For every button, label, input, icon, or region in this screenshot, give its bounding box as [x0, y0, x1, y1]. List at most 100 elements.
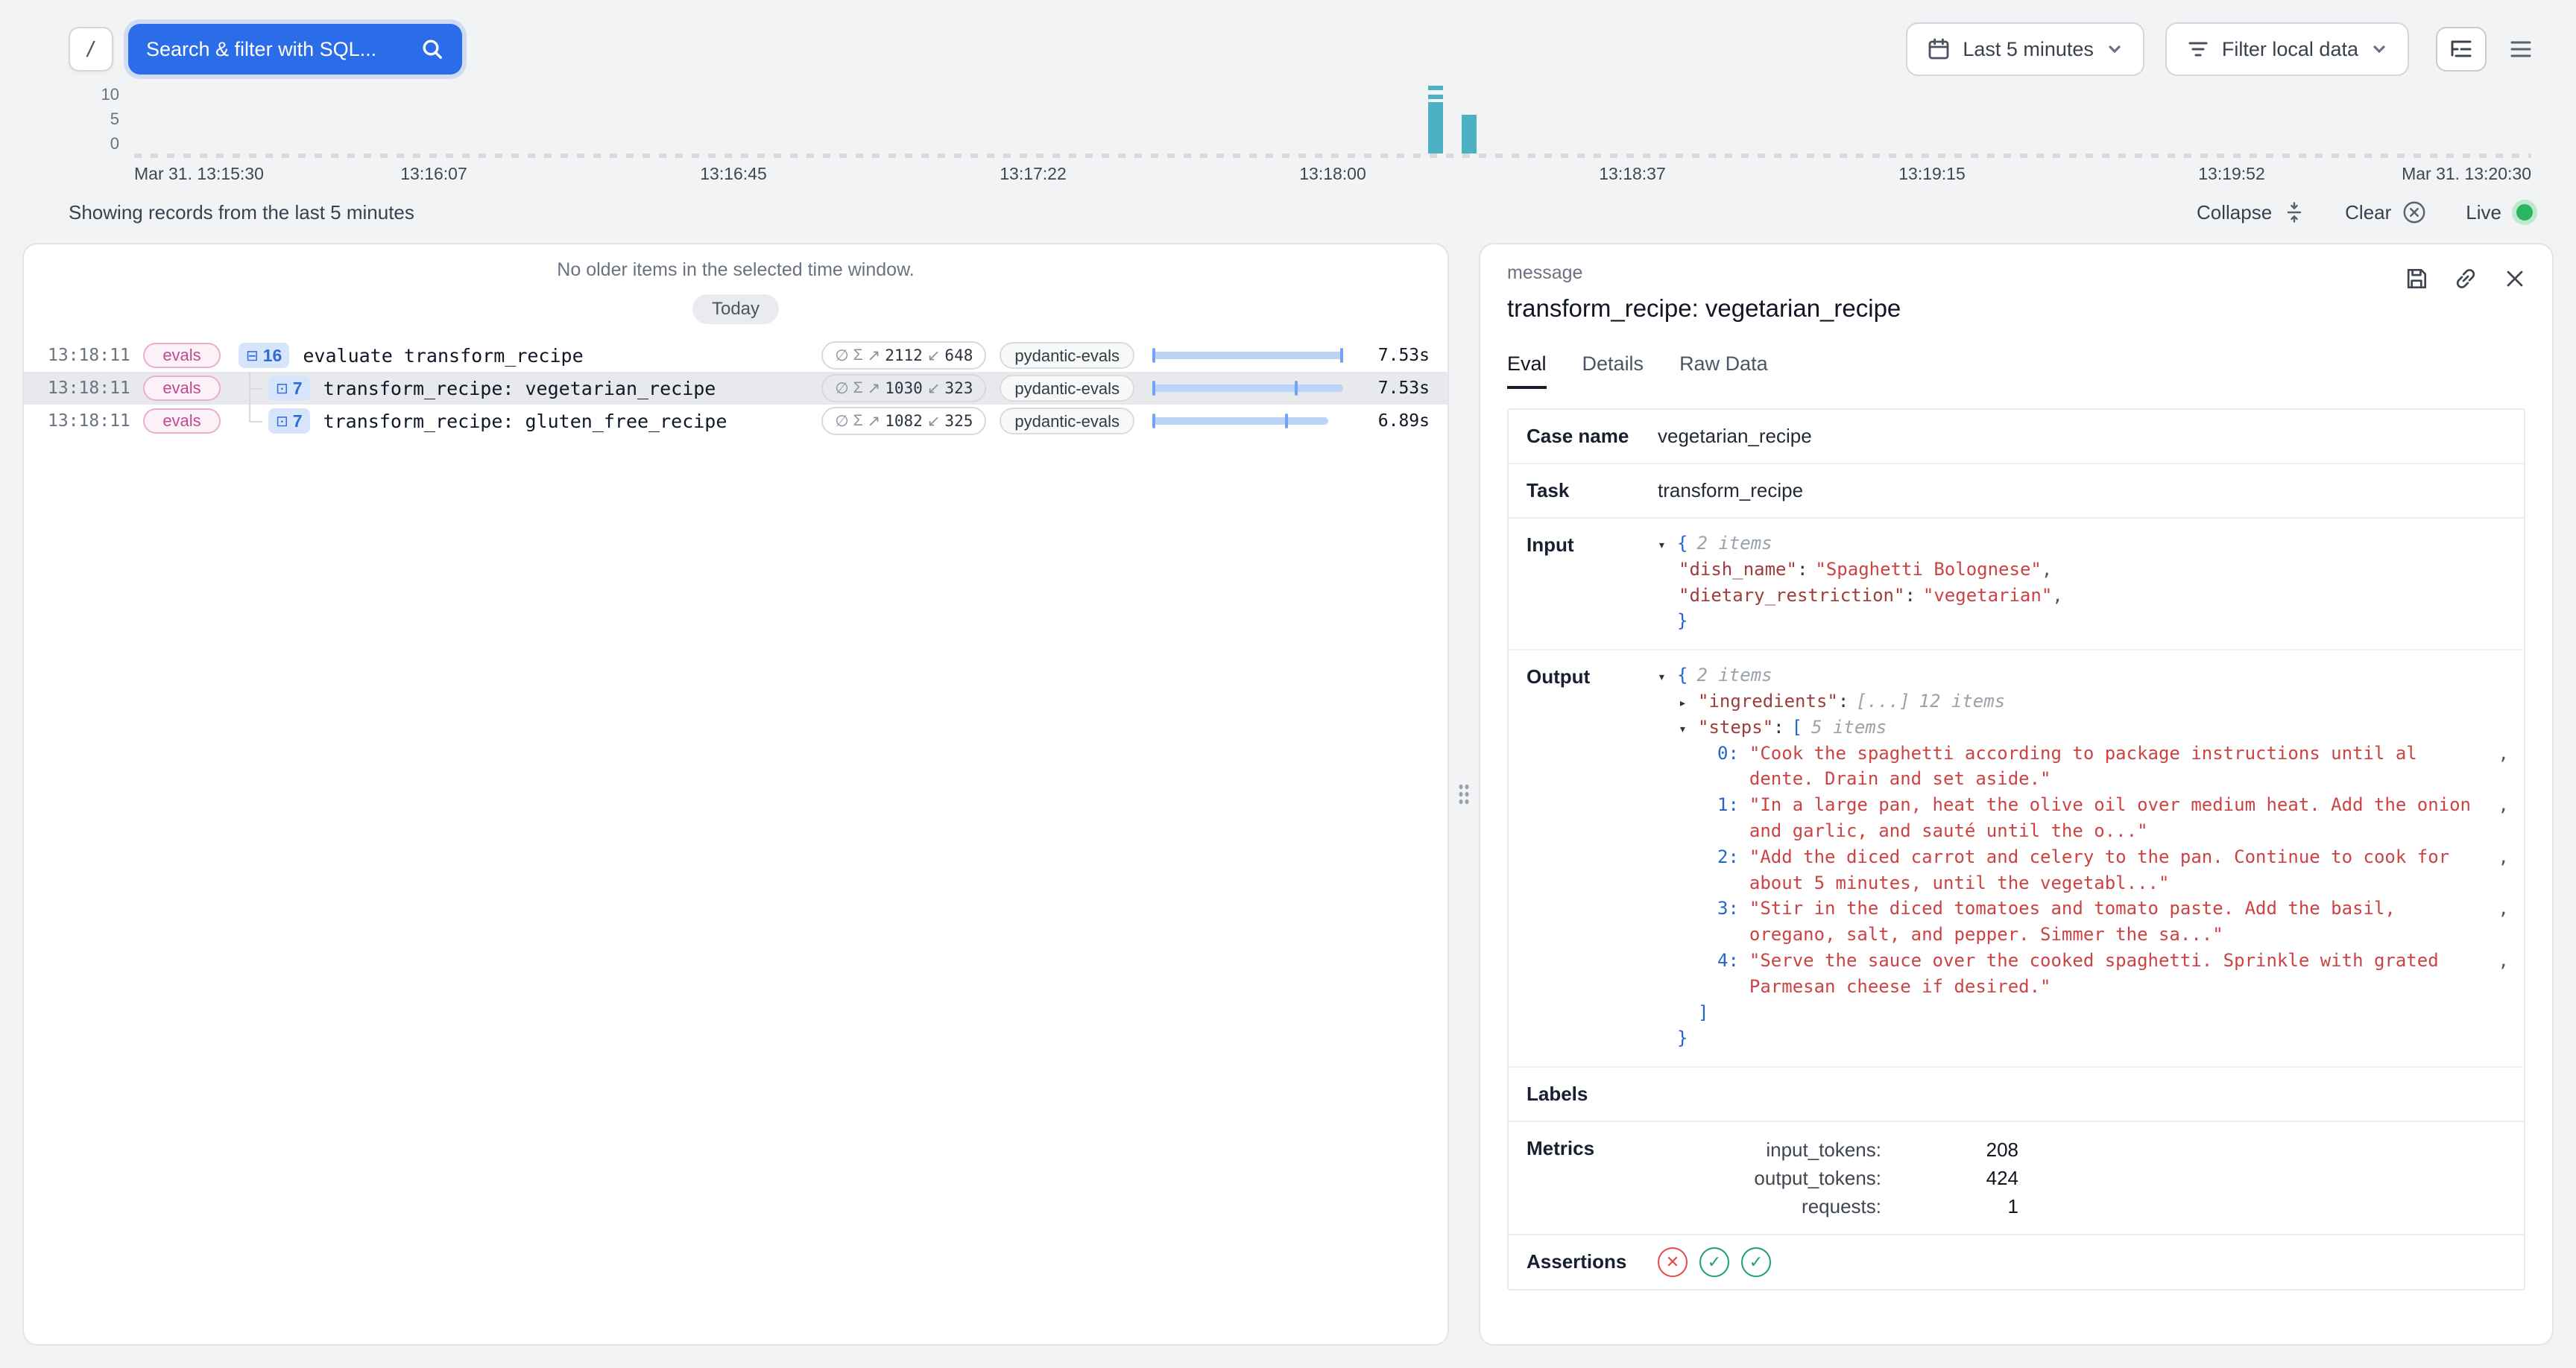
- filter-label: Filter local data: [2222, 38, 2358, 61]
- chart-x-axis: Mar 31. 13:15:30 13:16:07 13:16:45 13:17…: [134, 164, 2531, 185]
- assertions-label: Assertions: [1509, 1235, 1658, 1289]
- null-metric-icon: ∅: [835, 412, 848, 431]
- duration-bar[interactable]: [1152, 379, 1343, 397]
- input-tokens-arrow-icon: ↗: [868, 412, 881, 431]
- collapsed-array-hint[interactable]: [...]: [1856, 691, 1910, 712]
- trace-row[interactable]: 13:18:11 evals ⊟ 16 evaluate transform_r…: [24, 339, 1448, 372]
- json-array-item: 1:"In a large pan, heat the olive oil ov…: [1658, 792, 2509, 844]
- span-count-badge[interactable]: ⊟ 16: [239, 343, 289, 368]
- trace-timestamp: 13:18:11: [48, 346, 143, 365]
- token-metrics-badge[interactable]: ∅ Σ ↗ 2112 ↙ 648: [821, 341, 986, 370]
- tab-eval[interactable]: Eval: [1507, 352, 1547, 389]
- chart-y-axis: 10 5 0: [69, 85, 122, 153]
- span-count-badge[interactable]: ⊡ 7: [268, 408, 310, 434]
- showing-records-text: Showing records from the last 5 minutes: [69, 201, 414, 224]
- chart-plot[interactable]: [134, 89, 2531, 158]
- live-button[interactable]: Live: [2466, 200, 2537, 225]
- assertion-fail-icon[interactable]: ✕: [1658, 1247, 1688, 1277]
- collapse-icon: [2282, 200, 2306, 224]
- view-toggle-group: [2436, 27, 2546, 72]
- metric-line: requests:1: [1658, 1192, 2018, 1220]
- output-json-viewer[interactable]: ▾{2 items ▸"ingredients":[...]12 items ▾…: [1658, 650, 2524, 1066]
- eval-fields-table: Case name vegetarian_recipe Task transfo…: [1507, 408, 2525, 1291]
- node-icon: ⊡: [276, 412, 288, 431]
- span-name[interactable]: evaluate transform_recipe: [303, 345, 821, 367]
- output-tokens-count: 323: [944, 379, 973, 397]
- day-separator[interactable]: Today: [692, 294, 779, 324]
- json-string-value: "Spaghetti Bolognese": [1815, 559, 2041, 580]
- json-key: "ingredients": [1698, 691, 1838, 712]
- time-range-label: Last 5 minutes: [1963, 38, 2094, 61]
- task-row: Task transform_recipe: [1509, 464, 2524, 519]
- close-panel-button[interactable]: [2501, 265, 2528, 292]
- clear-label: Clear: [2345, 201, 2391, 224]
- collapse-node-icon: ⊟: [246, 346, 259, 365]
- sql-search-button[interactable]: Search & filter with SQL...: [128, 24, 462, 75]
- record-kind-label: message: [1507, 262, 2525, 284]
- json-array-item: 0:"Cook the spaghetti according to packa…: [1658, 741, 2509, 793]
- x-tick-label: 13:16:45: [700, 164, 767, 184]
- input-json-viewer[interactable]: ▾{2 items "dish_name":"Spaghetti Bologne…: [1658, 519, 2524, 649]
- metric-line: output_tokens:424: [1658, 1164, 2018, 1192]
- trace-tag-evals[interactable]: evals: [143, 376, 221, 401]
- trace-timestamp: 13:18:11: [48, 379, 143, 398]
- topbar: / Search & filter with SQL... Last 5 min…: [0, 0, 2576, 80]
- copy-link-button[interactable]: [2452, 265, 2479, 292]
- collapse-label: Collapse: [2197, 201, 2272, 224]
- trace-row-selected[interactable]: 13:18:11 evals ⊡ 7 transform_recipe: veg…: [24, 372, 1448, 405]
- chevron-down-icon: [2106, 40, 2124, 58]
- slash-shortcut-key[interactable]: /: [69, 27, 113, 72]
- input-row: Input ▾{2 items "dish_name":"Spaghetti B…: [1509, 519, 2524, 650]
- metrics-row: Metrics input_tokens:208 output_tokens:4…: [1509, 1122, 2524, 1235]
- input-label: Input: [1509, 519, 1658, 649]
- panel-splitter[interactable]: [1449, 243, 1479, 1346]
- tree-view-toggle[interactable]: [2436, 27, 2487, 72]
- logfire-app: / Search & filter with SQL... Last 5 min…: [0, 0, 2576, 1368]
- tree-connector: [239, 405, 262, 437]
- duration-bar[interactable]: [1152, 346, 1343, 364]
- input-tokens-count: 1030: [885, 379, 923, 397]
- json-array-item: 4:"Serve the sauce over the cooked spagh…: [1658, 948, 2509, 1000]
- duration-text: 7.53s: [1361, 379, 1430, 398]
- clear-button[interactable]: Clear: [2345, 200, 2427, 225]
- tab-details[interactable]: Details: [1582, 352, 1644, 389]
- chevron-down-icon: [2370, 40, 2388, 58]
- token-metrics-badge[interactable]: ∅ Σ ↗ 1082 ↙ 325: [821, 407, 986, 435]
- task-label: Task: [1509, 464, 1658, 517]
- span-name[interactable]: transform_recipe: vegetarian_recipe: [323, 378, 822, 399]
- list-view-toggle[interactable]: [2496, 27, 2546, 72]
- save-view-button[interactable]: [2403, 265, 2430, 292]
- tab-raw-data[interactable]: Raw Data: [1679, 352, 1768, 389]
- time-range-button[interactable]: Last 5 minutes: [1906, 22, 2144, 76]
- items-count-hint: 2 items: [1696, 533, 1772, 554]
- trace-tag-evals[interactable]: evals: [143, 408, 221, 434]
- filter-local-data-button[interactable]: Filter local data: [2165, 22, 2409, 76]
- scope-badge[interactable]: pydantic-evals: [1000, 342, 1134, 369]
- trace-timestamp: 13:18:11: [48, 411, 143, 431]
- token-metrics-badge[interactable]: ∅ Σ ↗ 1030 ↙ 323: [821, 374, 986, 402]
- save-icon: [2403, 265, 2430, 292]
- duration-bar[interactable]: [1152, 412, 1343, 430]
- collapse-caret-icon[interactable]: ▾: [1679, 720, 1698, 739]
- trace-tag-evals[interactable]: evals: [143, 343, 221, 368]
- metric-line: input_tokens:208: [1658, 1136, 2018, 1164]
- span-name[interactable]: transform_recipe: gluten_free_recipe: [323, 411, 822, 432]
- main-panels: No older items in the selected time wind…: [22, 243, 2554, 1346]
- span-count-badge[interactable]: ⊡ 7: [268, 376, 310, 401]
- collapse-caret-icon[interactable]: ▾: [1658, 668, 1677, 687]
- case-name-value: vegetarian_recipe: [1658, 410, 2524, 463]
- collapse-button[interactable]: Collapse: [2197, 200, 2306, 224]
- input-tokens-arrow-icon: ↗: [868, 379, 881, 398]
- assertion-pass-icon[interactable]: ✓: [1699, 1247, 1729, 1277]
- collapse-caret-icon[interactable]: ▾: [1658, 536, 1677, 555]
- scope-badge[interactable]: pydantic-evals: [1000, 408, 1134, 434]
- expand-caret-icon[interactable]: ▸: [1679, 694, 1698, 713]
- chart-baseline: [134, 153, 2531, 158]
- input-tokens-count: 1082: [885, 412, 923, 430]
- scope-badge[interactable]: pydantic-evals: [1000, 375, 1134, 402]
- trace-row[interactable]: 13:18:11 evals ⊡ 7 transform_recipe: glu…: [24, 405, 1448, 437]
- assertion-pass-icon[interactable]: ✓: [1741, 1247, 1771, 1277]
- input-tokens-arrow-icon: ↗: [868, 346, 881, 365]
- y-tick-label: 5: [110, 110, 119, 129]
- close-icon: [2501, 265, 2528, 292]
